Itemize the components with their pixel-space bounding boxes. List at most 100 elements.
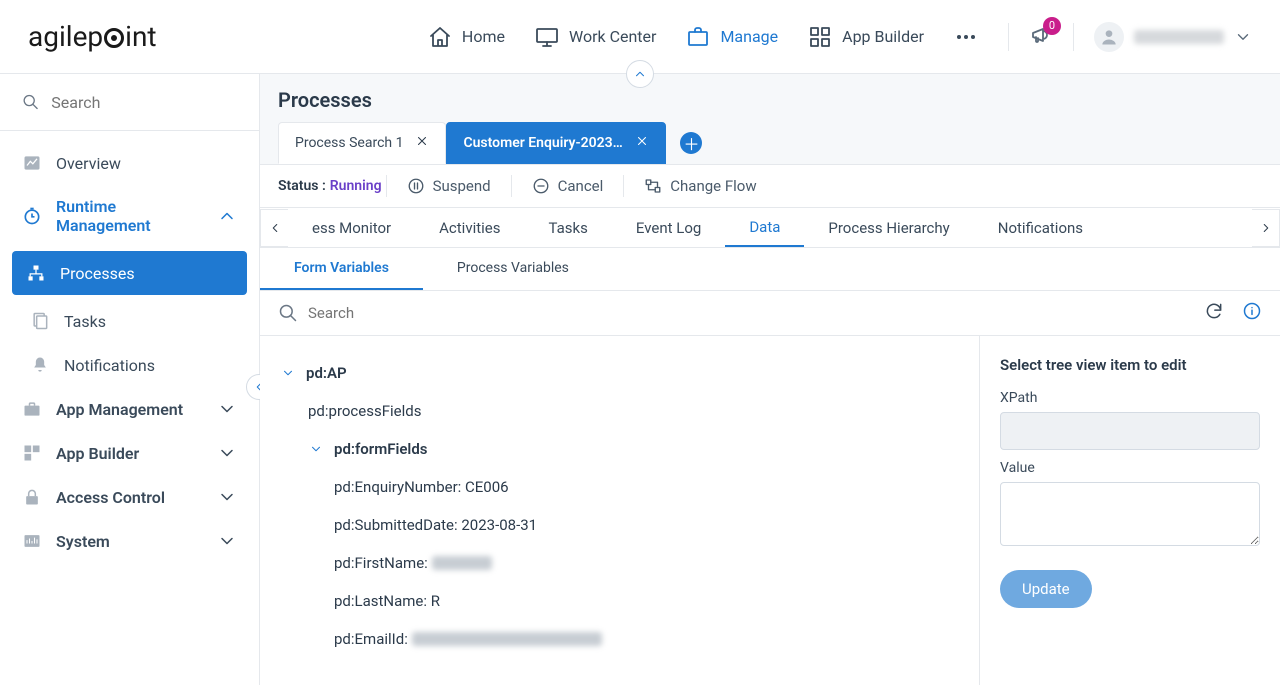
avatar-icon	[1094, 22, 1124, 52]
cancel-label: Cancel	[558, 177, 604, 195]
xpath-input	[1000, 412, 1260, 450]
tree-node-form-fields[interactable]: pd:formFields	[280, 430, 959, 468]
subtab-event-log[interactable]: Event Log	[612, 208, 725, 247]
clock-icon	[22, 206, 42, 226]
subtab-notifications[interactable]: Notifications	[974, 208, 1107, 247]
sidebar-access-label: Access Control	[56, 488, 165, 507]
edit-heading: Select tree view item to edit	[1000, 356, 1260, 374]
tab-process-search[interactable]: Process Search 1	[278, 122, 446, 164]
tree-item-last-name[interactable]: pd:LastName: R	[280, 582, 959, 620]
cancel-button[interactable]: Cancel	[516, 177, 620, 195]
chevron-down-icon	[217, 531, 237, 551]
tree-label: pd:EnquiryNumber: CE006	[334, 478, 509, 496]
close-icon[interactable]	[635, 134, 649, 152]
tree-item-first-name[interactable]: pd:FirstName:	[280, 544, 959, 582]
refresh-icon	[1204, 301, 1224, 321]
user-menu[interactable]	[1094, 22, 1252, 52]
monitor-icon	[535, 25, 559, 49]
notification-badge: 0	[1043, 17, 1061, 35]
subtab-hierarchy[interactable]: Process Hierarchy	[804, 208, 973, 247]
xpath-label: XPath	[1000, 390, 1260, 406]
nav-manage[interactable]: Manage	[686, 25, 778, 49]
chevron-down-icon[interactable]	[280, 366, 296, 380]
scroll-left-button[interactable]	[260, 209, 288, 247]
sidebar-item-notifications[interactable]: Notifications	[0, 343, 259, 387]
chevron-down-icon	[217, 487, 237, 507]
nav-more[interactable]	[954, 25, 978, 49]
nav-home[interactable]: Home	[428, 25, 505, 49]
subtab-process-monitor[interactable]: ess Monitor	[288, 208, 415, 247]
data-search-input[interactable]	[308, 304, 608, 322]
squares-icon	[22, 443, 42, 463]
refresh-button[interactable]	[1204, 301, 1224, 325]
notifications-button[interactable]: 0	[1029, 23, 1053, 51]
sidebar-item-system[interactable]: System	[0, 519, 259, 563]
inner-tab-process-variables[interactable]: Process Variables	[423, 248, 603, 290]
subtab-activities[interactable]: Activities	[415, 208, 524, 247]
divider	[1073, 23, 1074, 51]
subtab-data[interactable]: Data	[725, 208, 804, 247]
chevron-down-icon	[217, 443, 237, 463]
briefcase-icon	[686, 25, 710, 49]
subtab-tasks[interactable]: Tasks	[525, 208, 612, 247]
close-icon[interactable]	[415, 134, 429, 152]
nav-work-center[interactable]: Work Center	[535, 25, 656, 49]
change-flow-label: Change Flow	[670, 177, 756, 195]
sidebar-item-app-builder[interactable]: App Builder	[0, 431, 259, 475]
add-tab-button[interactable]: ＋	[680, 132, 702, 154]
stop-icon	[532, 177, 550, 195]
tree-label: pd:AP	[306, 364, 347, 382]
suspend-button[interactable]: Suspend	[391, 177, 507, 195]
value-label: Value	[1000, 460, 1260, 476]
logo: agilepint	[28, 20, 157, 53]
divider	[1008, 23, 1009, 51]
sidebar-item-processes[interactable]: Processes	[12, 251, 247, 295]
sidebar-overview-label: Overview	[56, 154, 121, 173]
tree-label: pd:SubmittedDate: 2023-08-31	[334, 516, 537, 534]
tree-label: pd:LastName: R	[334, 592, 440, 610]
sidebar-item-tasks[interactable]: Tasks	[0, 299, 259, 343]
tab-customer-enquiry[interactable]: Customer Enquiry-2023-08…	[446, 122, 666, 164]
collapse-header-button[interactable]	[626, 60, 654, 88]
sidebar-search-input[interactable]	[51, 93, 237, 112]
info-icon	[1242, 301, 1262, 321]
sidebar-item-app-management[interactable]: App Management	[0, 387, 259, 431]
sidebar-system-label: System	[56, 532, 110, 551]
scroll-right-button[interactable]	[1252, 209, 1280, 247]
tree-node-root[interactable]: pd:AP	[280, 354, 959, 392]
sidebar-item-overview[interactable]: Overview	[0, 141, 259, 185]
page-title: Processes	[260, 74, 1280, 122]
tab-label: Customer Enquiry-2023-08…	[463, 135, 623, 151]
sidebar-item-runtime[interactable]: Runtime Management	[0, 185, 259, 247]
redacted-value	[412, 632, 602, 646]
tree-label: pd:processFields	[308, 402, 421, 420]
tree-item-enquiry-number[interactable]: pd:EnquiryNumber: CE006	[280, 468, 959, 506]
chevron-down-icon[interactable]	[308, 442, 324, 456]
nav-home-label: Home	[462, 27, 505, 46]
lock-icon	[22, 487, 42, 507]
info-button[interactable]	[1242, 301, 1262, 325]
suspend-label: Suspend	[433, 177, 491, 195]
tree-node-process-fields[interactable]: pd:processFields	[280, 392, 959, 430]
search-icon	[22, 92, 39, 112]
pause-icon	[407, 177, 425, 195]
status-value: Running	[330, 178, 382, 194]
redacted-value	[432, 556, 492, 570]
update-button[interactable]: Update	[1000, 570, 1092, 608]
sidebar-notifications-label: Notifications	[64, 356, 155, 375]
chevron-down-icon	[1234, 28, 1252, 46]
home-icon	[428, 25, 452, 49]
nav-app-builder[interactable]: App Builder	[808, 25, 924, 49]
tree-item-submitted-date[interactable]: pd:SubmittedDate: 2023-08-31	[280, 506, 959, 544]
sidebar-item-access-control[interactable]: Access Control	[0, 475, 259, 519]
bell-icon	[30, 355, 50, 375]
nav-work-center-label: Work Center	[569, 27, 656, 46]
value-textarea[interactable]	[1000, 482, 1260, 546]
search-icon	[278, 303, 298, 323]
change-flow-button[interactable]: Change Flow	[628, 177, 772, 195]
more-icon	[954, 25, 978, 49]
chevron-right-icon	[1259, 221, 1273, 235]
inner-tab-form-variables[interactable]: Form Variables	[260, 248, 423, 290]
tree-item-email[interactable]: pd:EmailId:	[280, 620, 959, 658]
sidebar-appmgmt-label: App Management	[56, 400, 183, 419]
